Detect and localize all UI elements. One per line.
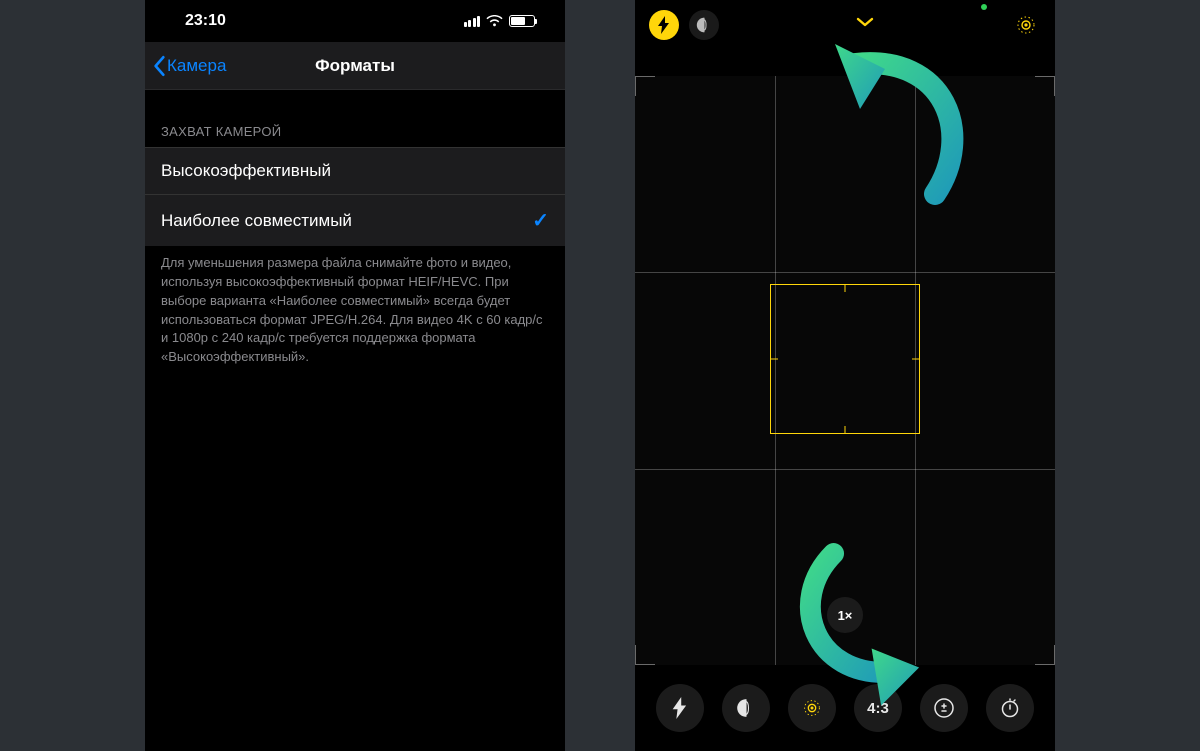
wifi-icon <box>486 15 503 27</box>
battery-icon <box>509 15 535 27</box>
back-button[interactable]: Камера <box>145 55 226 77</box>
zoom-level-button[interactable]: 1× <box>827 597 863 633</box>
section-header: ЗАХВАТ КАМЕРОЙ <box>145 90 565 147</box>
camera-screen: 1× 4:3 <box>635 0 1055 751</box>
night-mode-button[interactable] <box>689 10 719 40</box>
status-indicators <box>464 15 536 27</box>
camera-top-bar <box>635 0 1055 76</box>
exposure-button[interactable] <box>920 684 968 732</box>
aspect-label: 4:3 <box>867 700 889 717</box>
flash-tool-button[interactable] <box>656 684 704 732</box>
camera-toolbar: 4:3 <box>635 665 1055 751</box>
live-photo-button[interactable] <box>1011 10 1041 40</box>
zoom-label: 1× <box>838 608 853 623</box>
section-footer: Для уменьшения размера файла снимайте фо… <box>145 246 565 375</box>
option-high-efficiency[interactable]: Высокоэффективный <box>145 147 565 194</box>
night-tool-button[interactable] <box>722 684 770 732</box>
status-time: 23:10 <box>185 12 226 30</box>
status-bar: 23:10 <box>145 0 565 42</box>
night-mode-icon <box>735 697 757 719</box>
option-most-compatible[interactable]: Наиболее совместимый ✓ <box>145 194 565 246</box>
option-label: Высокоэффективный <box>161 161 331 181</box>
live-photo-icon <box>1013 12 1039 38</box>
timer-icon <box>999 697 1021 719</box>
chevron-down-icon <box>855 16 875 28</box>
expand-controls-button[interactable] <box>850 10 880 34</box>
camera-viewfinder[interactable]: 1× <box>635 76 1055 665</box>
exposure-icon <box>933 697 955 719</box>
live-photo-icon <box>800 696 824 720</box>
back-label: Камера <box>167 56 226 76</box>
flash-button[interactable] <box>649 10 679 40</box>
option-label: Наиболее совместимый <box>161 211 352 231</box>
checkmark-icon: ✓ <box>532 208 549 233</box>
navigation-bar: Камера Форматы <box>145 42 565 90</box>
live-photo-tool-button[interactable] <box>788 684 836 732</box>
night-mode-icon <box>695 16 713 34</box>
settings-screen: 23:10 Камера Форматы ЗАХВАТ КАМЕРОЙ Высо… <box>145 0 565 751</box>
timer-button[interactable] <box>986 684 1034 732</box>
cellular-signal-icon <box>464 16 481 27</box>
flash-icon <box>657 16 671 34</box>
chevron-left-icon <box>153 55 167 77</box>
focus-indicator <box>770 284 920 434</box>
aspect-ratio-button[interactable]: 4:3 <box>854 684 902 732</box>
flash-icon <box>672 697 688 719</box>
